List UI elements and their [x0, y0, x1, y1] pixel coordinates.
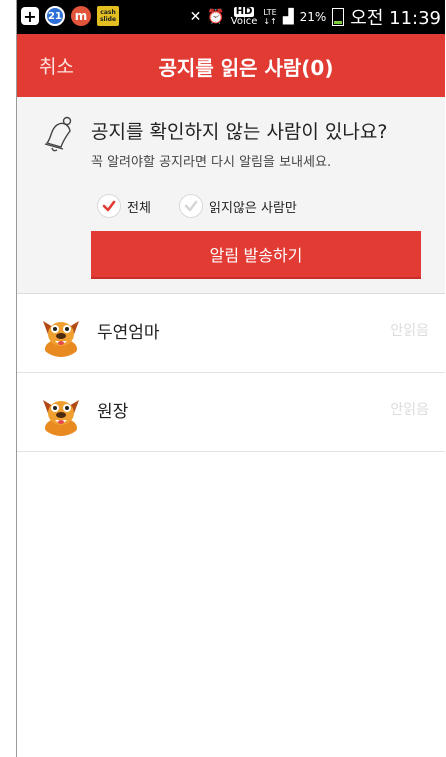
filter-all-option[interactable]: 전체: [97, 194, 151, 218]
check-icon: [179, 194, 203, 218]
cashslide-app-icon: cash slide: [97, 6, 119, 26]
resend-notice-panel: 공지를 확인하지 않는 사람이 있나요? 꼭 알려야할 공지라면 다시 알림을 …: [17, 97, 445, 294]
notification-count-icon: 21: [45, 6, 65, 26]
member-list: 두연엄마 안읽음 원장 안읽음: [17, 294, 445, 452]
send-notification-button[interactable]: 알림 발송하기: [91, 231, 421, 279]
read-status: 안읽음: [390, 323, 429, 339]
notice-question: 공지를 확인하지 않는 사람이 있나요?: [91, 121, 388, 143]
avatar: [37, 309, 85, 357]
lte-label: LTE: [263, 8, 277, 17]
avatar: [37, 388, 85, 436]
app-header: 취소 공지를 읽은 사람(0): [17, 34, 445, 97]
list-item[interactable]: 두연엄마 안읽음: [17, 294, 445, 373]
status-bar: + 21 m cash slide ✕ ⏰ HD Voice LTE ↓↑ ▟ …: [17, 0, 445, 34]
notice-subtitle: 꼭 알려야할 공지라면 다시 알림을 보내세요.: [91, 155, 332, 170]
nfc-icon: ✕: [189, 9, 202, 25]
hd-voice-icon: HD Voice: [231, 7, 258, 27]
battery-percent: 21%: [299, 10, 327, 24]
member-name: 두연엄마: [97, 323, 160, 343]
filter-unread-option[interactable]: 읽지않은 사람만: [179, 194, 297, 218]
check-icon: [97, 194, 121, 218]
add-notification-icon: +: [21, 7, 39, 26]
app-frame: + 21 m cash slide ✕ ⏰ HD Voice LTE ↓↑ ▟ …: [16, 0, 445, 757]
filter-all-label: 전체: [127, 200, 151, 216]
battery-icon: [332, 8, 345, 26]
list-item[interactable]: 원장 안읽음: [17, 373, 445, 452]
messenger-app-icon: m: [71, 6, 91, 26]
read-status: 안읽음: [390, 402, 429, 418]
voice-label: Voice: [230, 16, 258, 27]
bell-icon: [44, 116, 72, 152]
alarm-icon: ⏰: [207, 9, 225, 25]
page-title: 공지를 읽은 사람(0): [158, 56, 334, 80]
clock: 오전 11:39: [350, 8, 441, 29]
member-name: 원장: [97, 402, 129, 422]
filter-unread-label: 읽지않은 사람만: [209, 200, 297, 216]
signal-icon: ▟: [282, 9, 294, 25]
lte-icon: LTE ↓↑: [263, 8, 277, 26]
